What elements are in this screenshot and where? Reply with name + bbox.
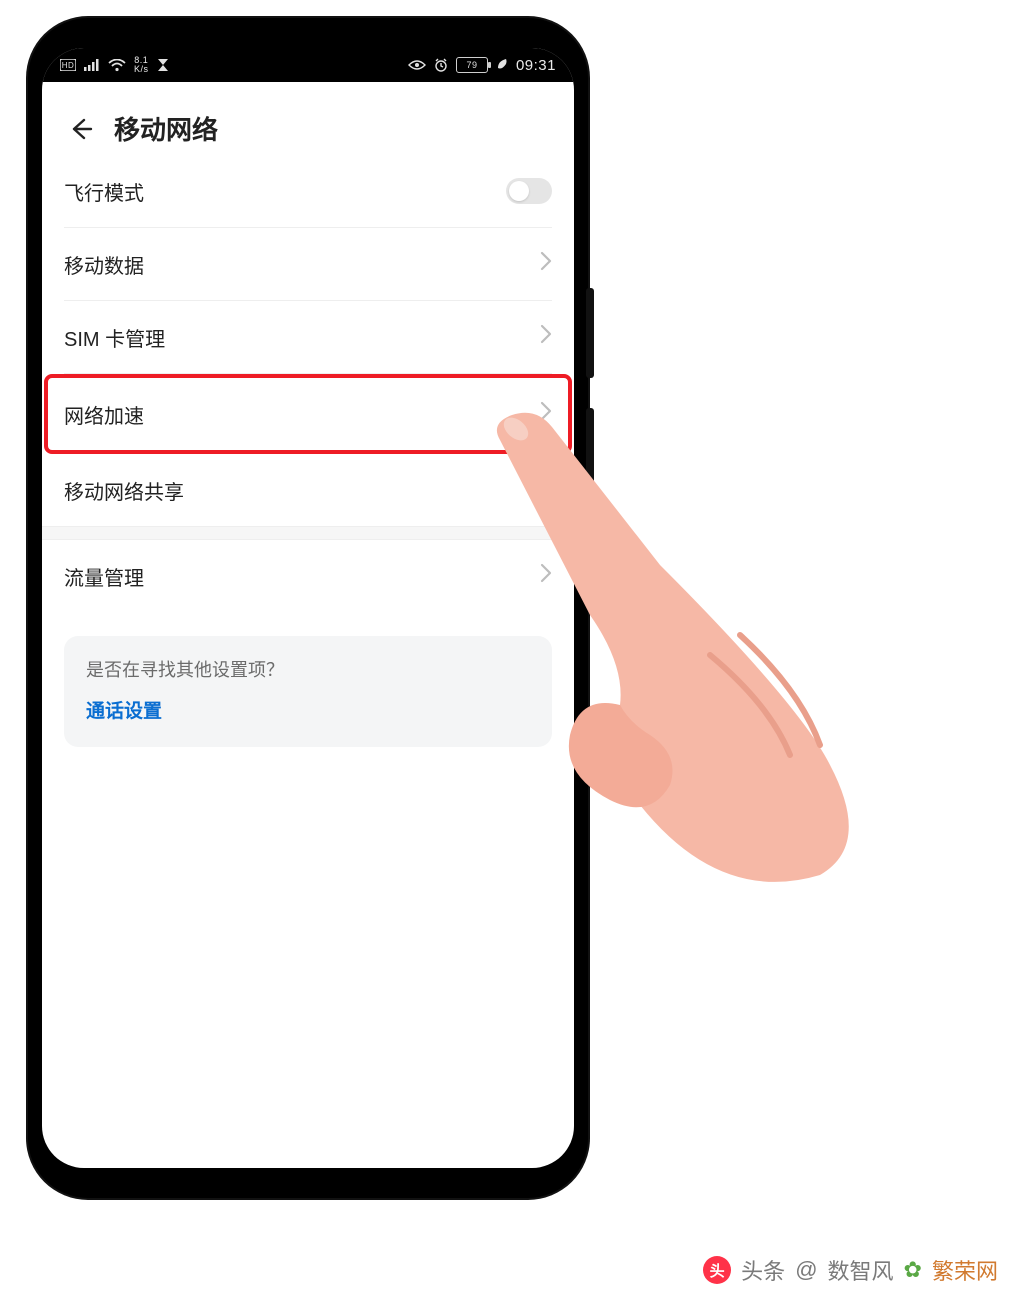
- status-left: HD 8.1 K/s: [60, 56, 169, 74]
- status-right: 79 09:31: [408, 57, 556, 74]
- page-header: 移动网络: [42, 82, 574, 155]
- phone-side-button: [586, 288, 594, 378]
- row-data-usage[interactable]: 流量管理: [64, 540, 552, 612]
- phone-screen: HD 8.1 K/s: [42, 48, 574, 1168]
- section-divider: [42, 526, 574, 540]
- other-settings-prompt: 是否在寻找其他设置项？: [86, 656, 530, 682]
- image-credit: 头 头条 @ 数智风 ✿ 繁荣网: [703, 1254, 998, 1286]
- wifi-icon: [108, 59, 126, 72]
- chevron-right-icon: [540, 477, 552, 503]
- signal-icon: [84, 59, 100, 71]
- hd-icon: HD: [60, 59, 76, 71]
- row-airplane-mode[interactable]: 飞行模式: [64, 155, 552, 228]
- row-sim-management[interactable]: SIM 卡管理: [64, 301, 552, 374]
- hourglass-icon: [157, 58, 169, 72]
- toggle-airplane-mode[interactable]: [506, 178, 552, 204]
- alarm-icon: [434, 58, 448, 72]
- row-mobile-data[interactable]: 移动数据: [64, 228, 552, 301]
- credit-brand: 繁荣网: [932, 1254, 998, 1286]
- credit-at: @: [795, 1257, 817, 1283]
- battery-icon: 79: [456, 57, 488, 73]
- chevron-right-icon: [540, 324, 552, 350]
- row-label: 移动数据: [64, 250, 144, 279]
- phone-side-button: [586, 408, 594, 578]
- row-label: 飞行模式: [64, 177, 144, 206]
- chevron-right-icon: [540, 401, 552, 427]
- phone-frame: HD 8.1 K/s: [28, 18, 588, 1198]
- chevron-right-icon: [540, 563, 552, 589]
- row-label: 移动网络共享: [64, 476, 184, 505]
- status-time: 09:31: [516, 57, 556, 74]
- status-bar: HD 8.1 K/s: [42, 48, 574, 82]
- row-label: 流量管理: [64, 562, 144, 591]
- back-arrow-icon: [67, 116, 93, 142]
- settings-list: 飞行模式 移动数据 SIM 卡管理: [42, 155, 574, 612]
- battery-level: 79: [466, 60, 477, 70]
- call-settings-link[interactable]: 通话设置: [86, 696, 530, 723]
- row-label: SIM 卡管理: [64, 323, 165, 352]
- status-net-rate: 8.1 K/s: [134, 56, 149, 74]
- leaf-icon: [496, 58, 508, 72]
- other-settings-card: 是否在寻找其他设置项？ 通话设置: [64, 636, 552, 747]
- credit-separator: ✿: [904, 1257, 922, 1283]
- highlight-box: 网络加速: [44, 374, 572, 454]
- page-title: 移动网络: [114, 110, 218, 147]
- credit-prefix: 头条: [741, 1254, 785, 1286]
- back-button[interactable]: [64, 113, 96, 145]
- toutiao-logo-icon: 头: [703, 1256, 731, 1284]
- eye-icon: [408, 59, 426, 71]
- credit-author: 数智风: [828, 1254, 894, 1286]
- svg-text:HD: HD: [62, 61, 75, 70]
- phone-bezel: HD 8.1 K/s: [36, 26, 580, 1190]
- row-mobile-tethering[interactable]: 移动网络共享: [64, 454, 552, 526]
- row-network-acceleration[interactable]: 网络加速: [64, 378, 552, 450]
- chevron-right-icon: [540, 251, 552, 277]
- row-label: 网络加速: [64, 400, 144, 429]
- canvas: { "status_bar":{ "net_rate":"8.1", "net_…: [0, 0, 1016, 1300]
- status-net-rate-unit: K/s: [134, 64, 149, 74]
